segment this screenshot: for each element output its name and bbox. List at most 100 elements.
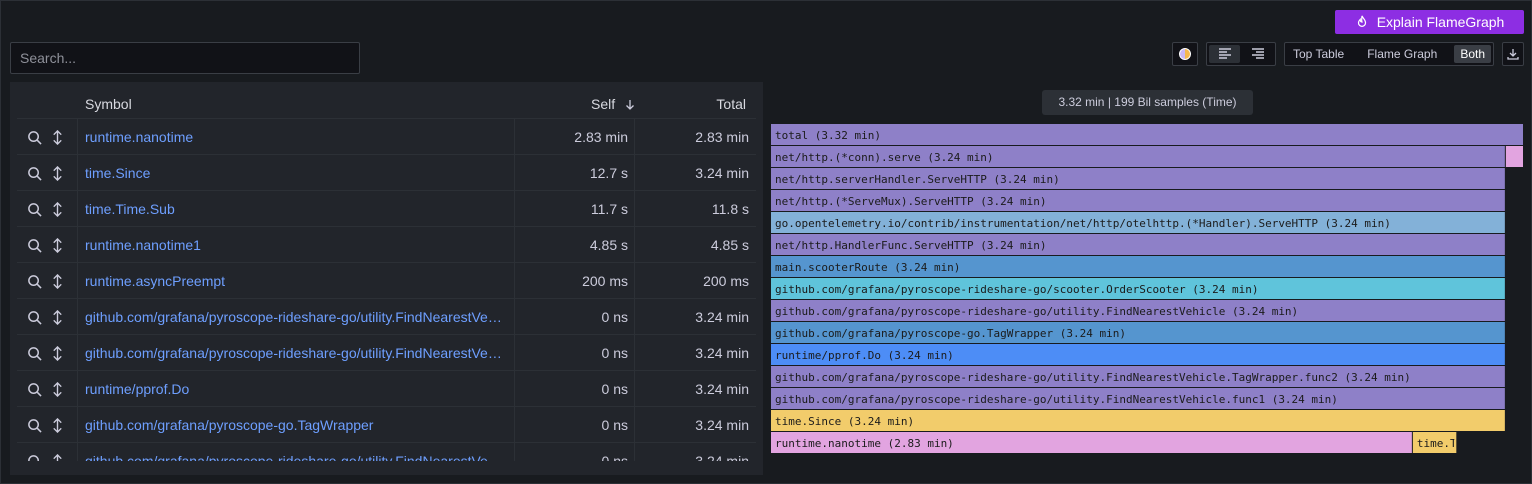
flame-frame-rect[interactable] [771, 300, 1505, 321]
flame-frame-rect[interactable] [771, 212, 1505, 233]
self-column-header[interactable]: Self [515, 82, 635, 119]
flame-frame-rect[interactable] [771, 344, 1505, 365]
symbol-cell[interactable]: runtime/pprof.Do [85, 371, 507, 407]
flame-frame[interactable]: github.com/grafana/pyroscope-go.TagWrapp… [771, 322, 1505, 343]
symbol-cell[interactable]: runtime.asyncPreempt [85, 263, 507, 299]
table-row[interactable]: github.com/grafana/pyroscope-rideshare-g… [17, 335, 756, 371]
row-actions [17, 263, 78, 299]
symbol-cell[interactable]: runtime.nanotime [85, 119, 507, 155]
view-flame-graph-button[interactable]: Flame Graph [1361, 45, 1443, 63]
search-icon[interactable] [27, 382, 42, 397]
table-row[interactable]: github.com/grafana/pyroscope-rideshare-g… [17, 443, 756, 461]
table-row[interactable]: github.com/grafana/pyroscope-rideshare-g… [17, 299, 756, 335]
search-icon[interactable] [27, 418, 42, 433]
align-right-button[interactable] [1242, 45, 1273, 63]
search-icon[interactable] [27, 454, 42, 462]
self-cell: 2.83 min [514, 119, 634, 155]
expand-icon[interactable] [50, 273, 65, 289]
table-row[interactable]: runtime/pprof.Do 0 ns 3.24 min [17, 371, 756, 407]
expand-icon[interactable] [50, 381, 65, 397]
symbol-cell[interactable]: runtime.nanotime1 [85, 227, 507, 263]
flame-frame-rect[interactable] [1505, 146, 1523, 167]
flame-frame[interactable]: main.scooterRoute (3.24 min) [771, 256, 1505, 277]
flame-frame-rect[interactable] [771, 256, 1505, 277]
total-cell: 3.24 min [634, 155, 756, 191]
flame-frame[interactable]: github.com/grafana/pyroscope-rideshare-g… [771, 278, 1505, 299]
flame-frame[interactable] [1505, 146, 1523, 167]
symbol-cell[interactable]: time.Time.Sub [85, 191, 507, 227]
expand-icon[interactable] [50, 345, 65, 361]
symbol-column-header[interactable]: Symbol [85, 82, 132, 119]
flame-frame-rect[interactable] [771, 234, 1505, 255]
table-row[interactable]: time.Time.Sub 11.7 s 11.8 s [17, 191, 756, 227]
flame-frame-rect[interactable] [771, 322, 1505, 343]
explain-flamegraph-button[interactable]: Explain FlameGraph [1335, 10, 1524, 34]
self-cell: 0 ns [514, 443, 634, 461]
flame-frame-rect[interactable] [771, 366, 1505, 387]
search-icon[interactable] [27, 166, 42, 181]
flame-frame-rect[interactable] [771, 190, 1505, 211]
flame-frame-rect[interactable] [771, 124, 1523, 145]
search-icon[interactable] [27, 238, 42, 253]
search-input[interactable] [10, 42, 360, 74]
search-icon[interactable] [27, 130, 42, 145]
color-scheme-button[interactable] [1172, 42, 1198, 66]
flame-frame[interactable]: github.com/grafana/pyroscope-rideshare-g… [771, 388, 1505, 409]
table-row[interactable]: time.Since 12.7 s 3.24 min [17, 155, 756, 191]
flame-frame-rect[interactable] [771, 168, 1505, 189]
flame-frame[interactable]: github.com/grafana/pyroscope-rideshare-g… [771, 366, 1505, 387]
symbol-cell[interactable]: github.com/grafana/pyroscope-rideshare-g… [85, 299, 507, 335]
row-actions [17, 299, 78, 335]
flame-frame[interactable]: time.Ti [1412, 432, 1463, 453]
expand-icon[interactable] [50, 417, 65, 433]
flame-frame-rect[interactable] [771, 410, 1505, 431]
flame-frame[interactable]: net/http.(*conn).serve (3.24 min) [771, 146, 1505, 167]
flame-frame[interactable]: net/http.(*ServeMux).ServeHTTP (3.24 min… [771, 190, 1505, 211]
flame-frame-rect[interactable] [771, 432, 1412, 453]
symbol-cell[interactable]: github.com/grafana/pyroscope-rideshare-g… [85, 443, 507, 461]
search-icon[interactable] [27, 346, 42, 361]
row-actions [17, 227, 78, 263]
flame-frame[interactable]: github.com/grafana/pyroscope-rideshare-g… [771, 300, 1505, 321]
expand-icon[interactable] [50, 201, 65, 217]
flame-frame-rect[interactable] [771, 146, 1505, 167]
symbol-cell[interactable]: github.com/grafana/pyroscope-go.TagWrapp… [85, 407, 507, 443]
expand-icon[interactable] [50, 309, 65, 325]
flame-frame[interactable]: net/http.serverHandler.ServeHTTP (3.24 m… [771, 168, 1505, 189]
align-left-button[interactable] [1209, 45, 1240, 63]
total-column-header[interactable]: Total [637, 82, 746, 119]
search-icon[interactable] [27, 310, 42, 325]
expand-icon[interactable] [50, 453, 65, 462]
flame-frame[interactable]: go.opentelemetry.io/contrib/instrumentat… [771, 212, 1505, 233]
flame-icon [1357, 15, 1366, 27]
table-body: runtime.nanotime 2.83 min 2.83 min time.Sin… [17, 119, 756, 461]
table-row[interactable]: github.com/grafana/pyroscope-go.TagWrapp… [17, 407, 756, 443]
symbol-cell[interactable]: time.Since [85, 155, 507, 191]
flame-frame-rect[interactable] [771, 278, 1505, 299]
self-cell: 200 ms [514, 263, 634, 299]
flame-frame[interactable]: net/http.HandlerFunc.ServeHTTP (3.24 min… [771, 234, 1505, 255]
flame-frame[interactable]: time.Since (3.24 min) [771, 410, 1505, 431]
flame-frame[interactable]: runtime.nanotime (2.83 min) [771, 432, 1412, 453]
total-cell: 2.83 min [634, 119, 756, 155]
expand-icon[interactable] [50, 237, 65, 253]
self-cell: 0 ns [514, 371, 634, 407]
export-button[interactable] [1502, 42, 1524, 66]
total-cell: 3.24 min [634, 335, 756, 371]
flame-frame[interactable]: total (3.32 min) [771, 124, 1523, 145]
expand-icon[interactable] [50, 129, 65, 145]
table-row[interactable]: runtime.asyncPreempt 200 ms 200 ms [17, 263, 756, 299]
flame-frame[interactable]: runtime/pprof.Do (3.24 min) [771, 344, 1505, 365]
table-row[interactable]: runtime.nanotime 2.83 min 2.83 min [17, 119, 756, 155]
view-top-table-button[interactable]: Top Table [1287, 45, 1350, 63]
search-icon[interactable] [27, 274, 42, 289]
flame-frame-rect[interactable] [771, 388, 1505, 409]
table-row[interactable]: runtime.nanotime1 4.85 s 4.85 s [17, 227, 756, 263]
expand-icon[interactable] [50, 165, 65, 181]
row-actions [17, 155, 78, 191]
symbol-cell[interactable]: github.com/grafana/pyroscope-rideshare-g… [85, 335, 507, 371]
flame-frame-rect[interactable] [1412, 432, 1457, 453]
search-icon[interactable] [27, 202, 42, 217]
view-both-button[interactable]: Both [1454, 45, 1491, 63]
row-actions [17, 119, 78, 155]
